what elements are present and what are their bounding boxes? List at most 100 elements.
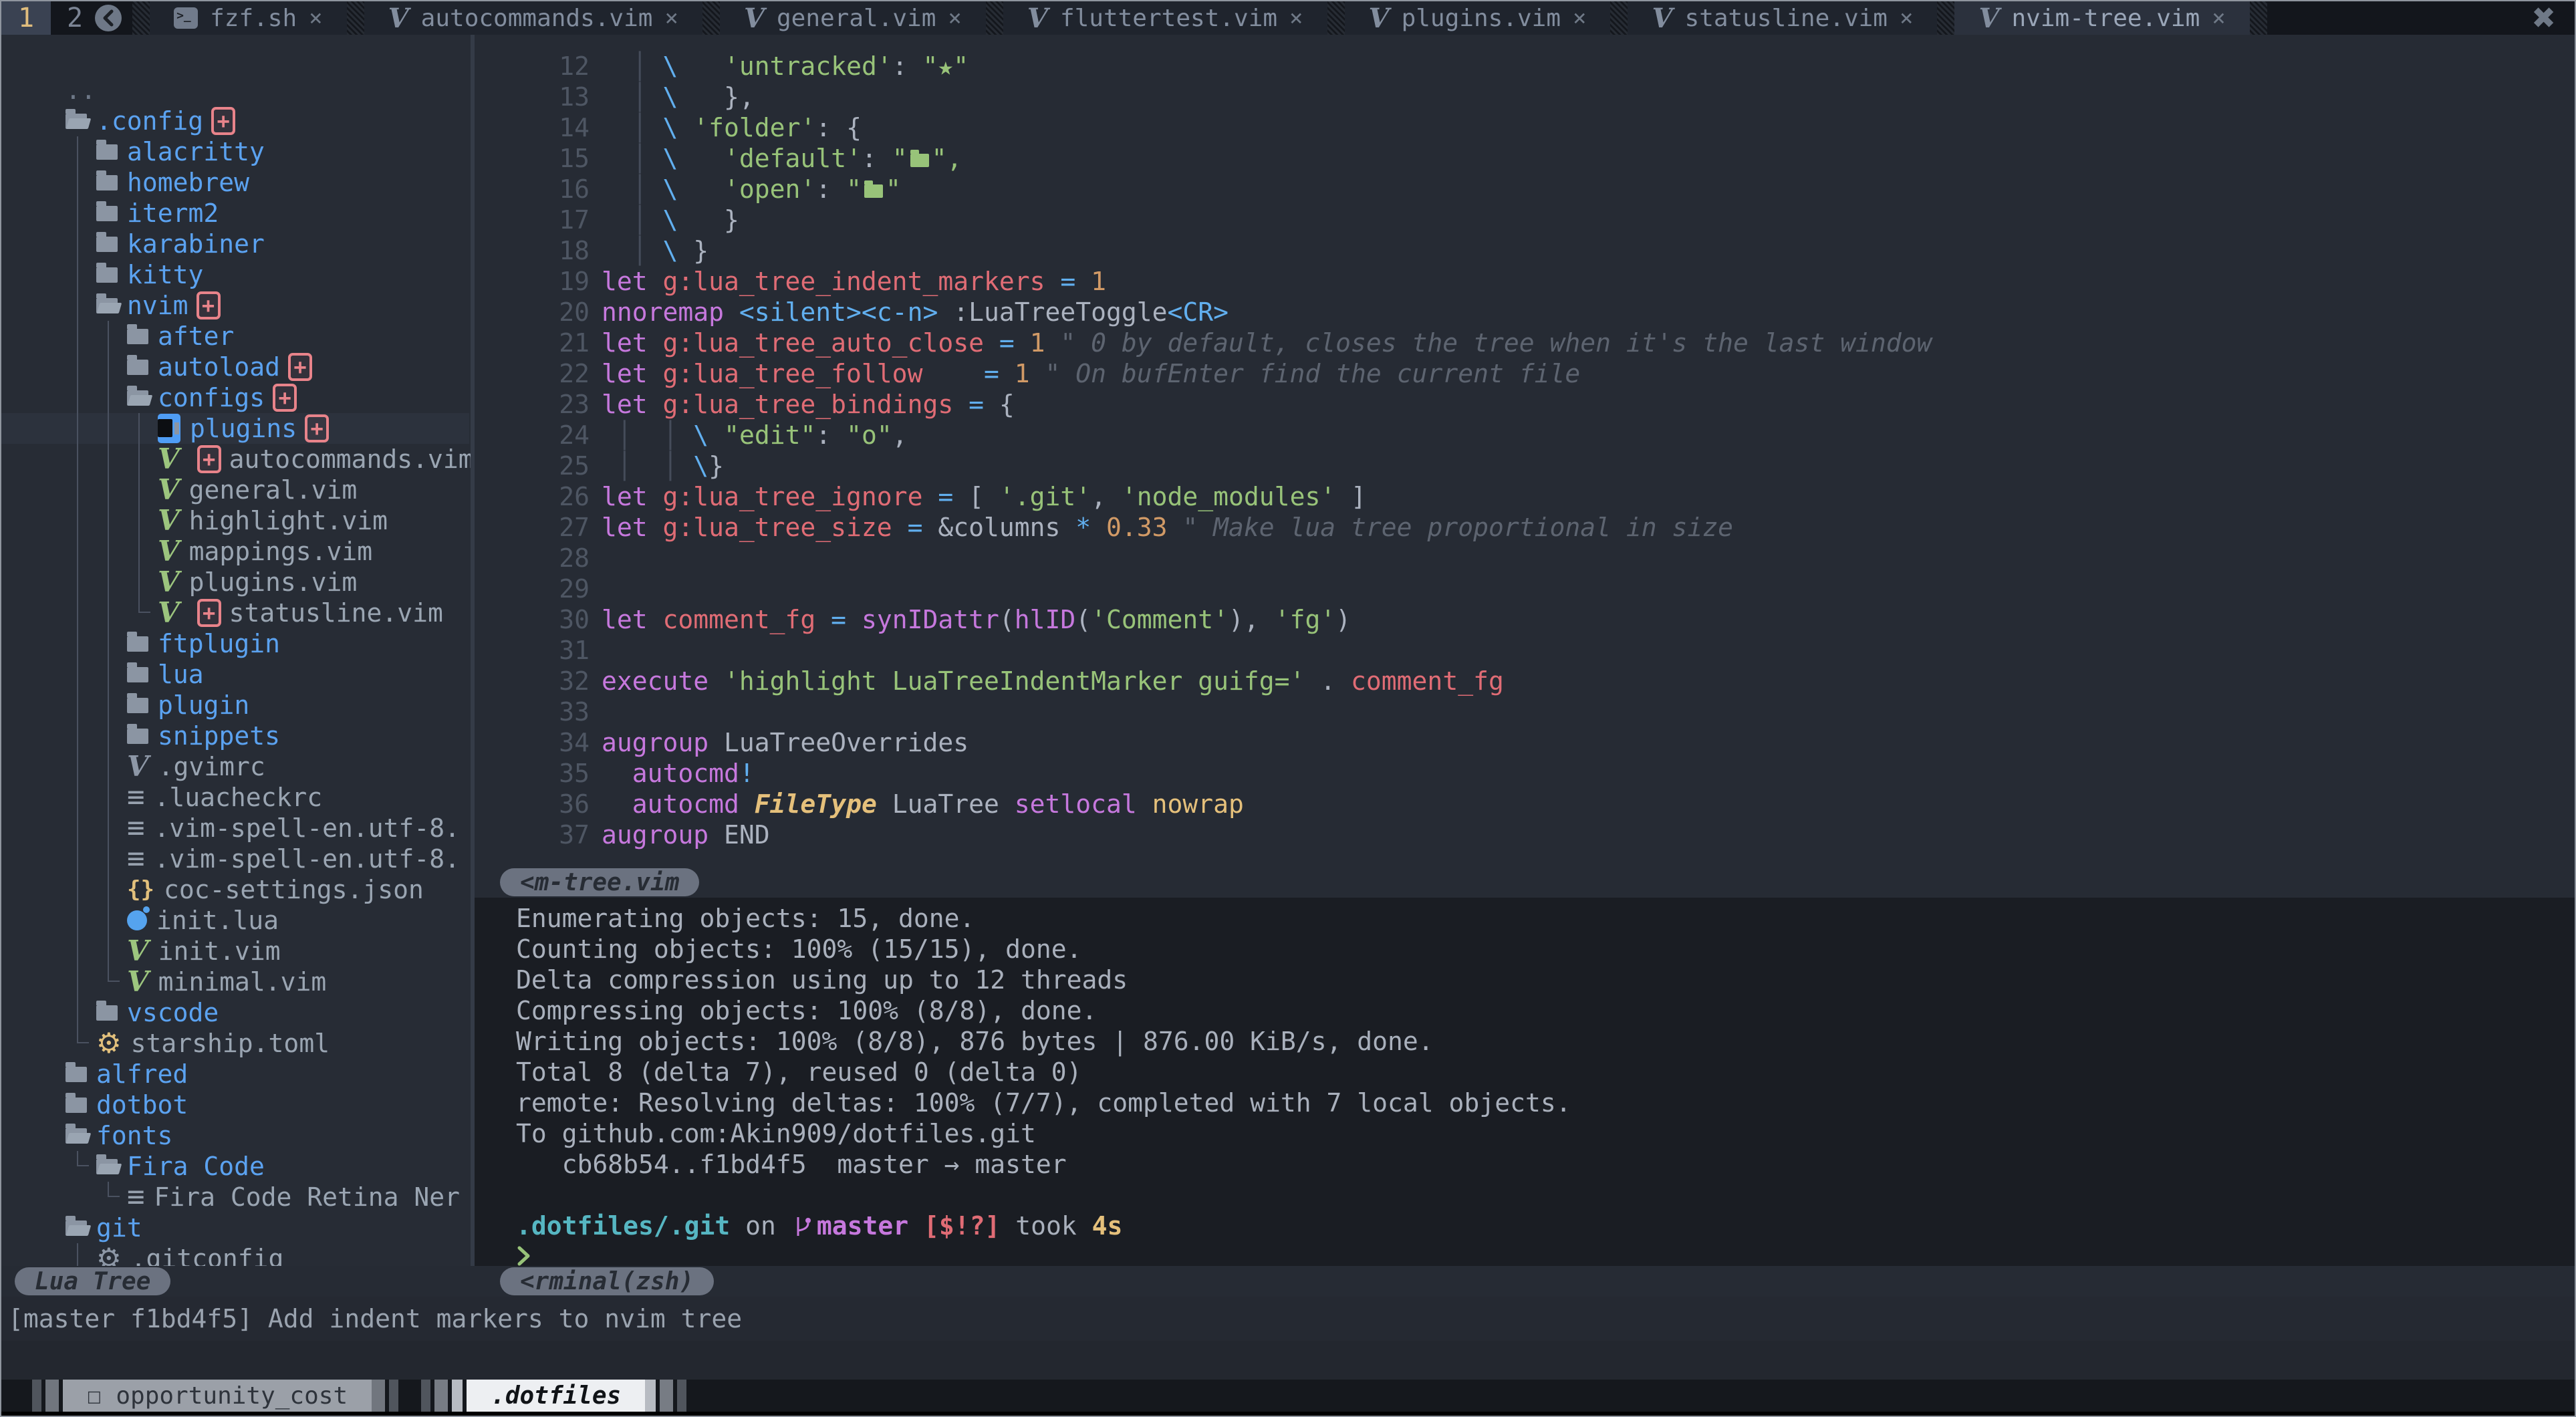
line-number: 35 [475,758,590,789]
code-line-20[interactable]: 20nnoremap <silent><c-n> :LuaTreeToggle<… [475,297,2576,328]
tab-close-icon[interactable]: × [664,5,678,31]
tree-item-iterm2[interactable]: iterm2 [1,198,469,229]
code-line-36[interactable]: 36 autocmd FileType LuaTree setlocal now… [475,789,2576,819]
vim-icon: V [158,537,180,565]
code-line-22[interactable]: 22let g:lua_tree_follow = 1 " On bufEnte… [475,358,2576,389]
code-line-30[interactable]: 30let comment_fg = synIDattr(hlID('Comme… [475,604,2576,635]
tree-item-label: plugins.vim [189,567,358,597]
tree-item-alacritty[interactable]: alacritty [1,136,469,167]
tree-item-highlight.vim[interactable]: Vhighlight.vim [1,505,469,536]
tab-close-icon[interactable]: × [948,5,961,31]
tab-general.vim[interactable]: Vgeneral.vim× [720,1,986,35]
tree-item-plugins.vim[interactable]: Vplugins.vim [1,567,469,598]
folder-icon [127,729,148,744]
close-all-icon[interactable]: ✖ [2531,1,2575,35]
tree-item-dotbot[interactable]: dotbot [1,1089,469,1120]
code-line-27[interactable]: 27let g:lua_tree_size = &columns * 0.33 … [475,512,2576,543]
tree-item-homebrew[interactable]: homebrew [1,167,469,198]
tab-statusline.vim[interactable]: Vstatusline.vim× [1628,1,1937,35]
tree-item-plugin[interactable]: plugin [1,690,469,721]
code-line-23[interactable]: 23let g:lua_tree_bindings = { [475,389,2576,420]
tab-close-icon[interactable]: × [309,5,322,31]
file-tree[interactable]: ...config+alacrittyhomebrewiterm2karabin… [1,35,471,1266]
tree-item-alfred[interactable]: alfred [1,1059,469,1089]
tab-fluttertest.vim[interactable]: Vfluttertest.vim× [1003,1,1327,35]
prompt-caret[interactable] [516,1241,2576,1266]
code-line-29[interactable]: 29 [475,573,2576,604]
code-line-16[interactable]: 16 │ \ 'open': "" [475,174,2576,205]
code-line-13[interactable]: 13 │ \ }, [475,82,2576,112]
tree-item-after[interactable]: after [1,321,469,352]
tab-plugins.vim[interactable]: Vplugins.vim× [1345,1,1611,35]
code-line-21[interactable]: 21let g:lua_tree_auto_close = 1 " 0 by d… [475,328,2576,358]
back-circle-icon[interactable] [95,5,122,31]
tree-item-label: .gitconfig [131,1244,284,1266]
tree-item-autocommands.vim[interactable]: V+autocommands.vim [1,444,469,475]
code-line-12[interactable]: 12 │ \ 'untracked': "★" [475,51,2576,82]
tab-divider [2250,1,2267,35]
tree-item-karabiner[interactable]: karabiner [1,229,469,259]
code-line-19[interactable]: 19let g:lua_tree_indent_markers = 1 [475,266,2576,297]
tree-item-.vim-spell-en.utf-8.[interactable]: ≡.vim-spell-en.utf-8. [1,844,469,874]
tree-item-configs[interactable]: configs+ [1,382,469,413]
code-line-25[interactable]: 25 │ │ \} [475,450,2576,481]
tree-item-lua[interactable]: lua [1,659,469,690]
tree-item-nvim[interactable]: nvim+ [1,290,469,321]
code-buffer[interactable]: 12 │ \ 'untracked': "★"13 │ \ },14 │ \ '… [475,35,2576,866]
code-line-31[interactable]: 31 [475,635,2576,666]
tree-item-coc-settings.json[interactable]: {}coc-settings.json [1,874,469,905]
tab-close-icon[interactable]: × [1900,5,1913,31]
code-line-24[interactable]: 24 │ │ \ "edit": "o", [475,420,2576,450]
tree-item-.luacheckrc[interactable]: ≡.luacheckrc [1,782,469,813]
tree-item-.gitconfig[interactable]: ⚙.gitconfig [1,1243,469,1266]
tree-item-minimal.vim[interactable]: Vminimal.vim [1,967,469,997]
tmux-window-2-indicator[interactable]: 2 [51,1,95,35]
tree-item-snippets[interactable]: snippets [1,721,469,751]
terminal-pane[interactable]: Enumerating objects: 15, done.Counting o… [475,898,2576,1266]
tmux-window-1-indicator[interactable]: 1 [1,1,51,35]
tab-autocommands.vim[interactable]: Vautocommands.vim× [364,1,702,35]
code-line-34[interactable]: 34augroup LuaTreeOverrides [475,727,2576,758]
tree-item-kitty[interactable]: kitty [1,259,469,290]
tmux-window-opportunity-cost[interactable]: ☐ opportunity_cost [32,1380,402,1412]
code-line-18[interactable]: 18 │ \ } [475,235,2576,266]
tree-item-.vim-spell-en.utf-8.[interactable]: ≡.vim-spell-en.utf-8. [1,813,469,844]
tree-item-plugins[interactable]: plugins+ [1,413,469,444]
code-line-37[interactable]: 37augroup END [475,819,2576,850]
folder-open-glyph [864,184,883,198]
code-line-35[interactable]: 35 autocmd! [475,758,2576,789]
tree-item-.config[interactable]: .config+ [1,106,469,136]
tab-nvim-tree.vim[interactable]: Vnvim-tree.vim× [1954,1,2249,35]
tab-close-icon[interactable]: × [1289,5,1303,31]
code-line-15[interactable]: 15 │ \ 'default': "", [475,143,2576,174]
tab-fzf.sh[interactable]: fzf.sh× [150,1,347,35]
tree-item-.gvimrc[interactable]: V.gvimrc [1,751,469,782]
tree-item-statusline.vim[interactable]: V+statusline.vim [1,598,469,628]
tree-item-ftplugin[interactable]: ftplugin [1,628,469,659]
indent-guide-corner [77,1042,89,1043]
tree-item-Fira-Code-Retina-Ner[interactable]: ≡Fira Code Retina Ner [1,1182,469,1212]
tree-item-general.vim[interactable]: Vgeneral.vim [1,475,469,505]
code-line-33[interactable]: 33 [475,696,2576,727]
tree-item-vscode[interactable]: vscode [1,997,469,1028]
line-number: 13 [475,82,590,112]
tree-item-fonts[interactable]: fonts [1,1120,469,1151]
tree-item-mappings.vim[interactable]: Vmappings.vim [1,536,469,567]
tree-item-Fira-Code[interactable]: Fira Code [1,1151,469,1182]
tmux-window-dotfiles[interactable]: .dotfiles [421,1380,690,1412]
tree-item-git[interactable]: git [1,1212,469,1243]
tab-close-icon[interactable]: × [2212,5,2225,31]
line-number: 23 [475,389,590,420]
tree-item-autoload[interactable]: autoload+ [1,352,469,382]
code-line-28[interactable]: 28 [475,543,2576,573]
tree-item-init.vim[interactable]: Vinit.vim [1,936,469,967]
code-line-17[interactable]: 17 │ \ } [475,205,2576,235]
tree-item-init.lua[interactable]: init.lua [1,905,469,936]
code-line-32[interactable]: 32execute 'highlight LuaTreeIndentMarker… [475,666,2576,696]
code-line-14[interactable]: 14 │ \ 'folder': { [475,112,2576,143]
tree-item-..[interactable]: .. [1,75,469,106]
tree-item-starship.toml[interactable]: ⚙starship.toml [1,1028,469,1059]
code-line-26[interactable]: 26let g:lua_tree_ignore = [ '.git', 'nod… [475,481,2576,512]
folder-glyph [910,154,929,167]
tab-close-icon[interactable]: × [1573,5,1586,31]
